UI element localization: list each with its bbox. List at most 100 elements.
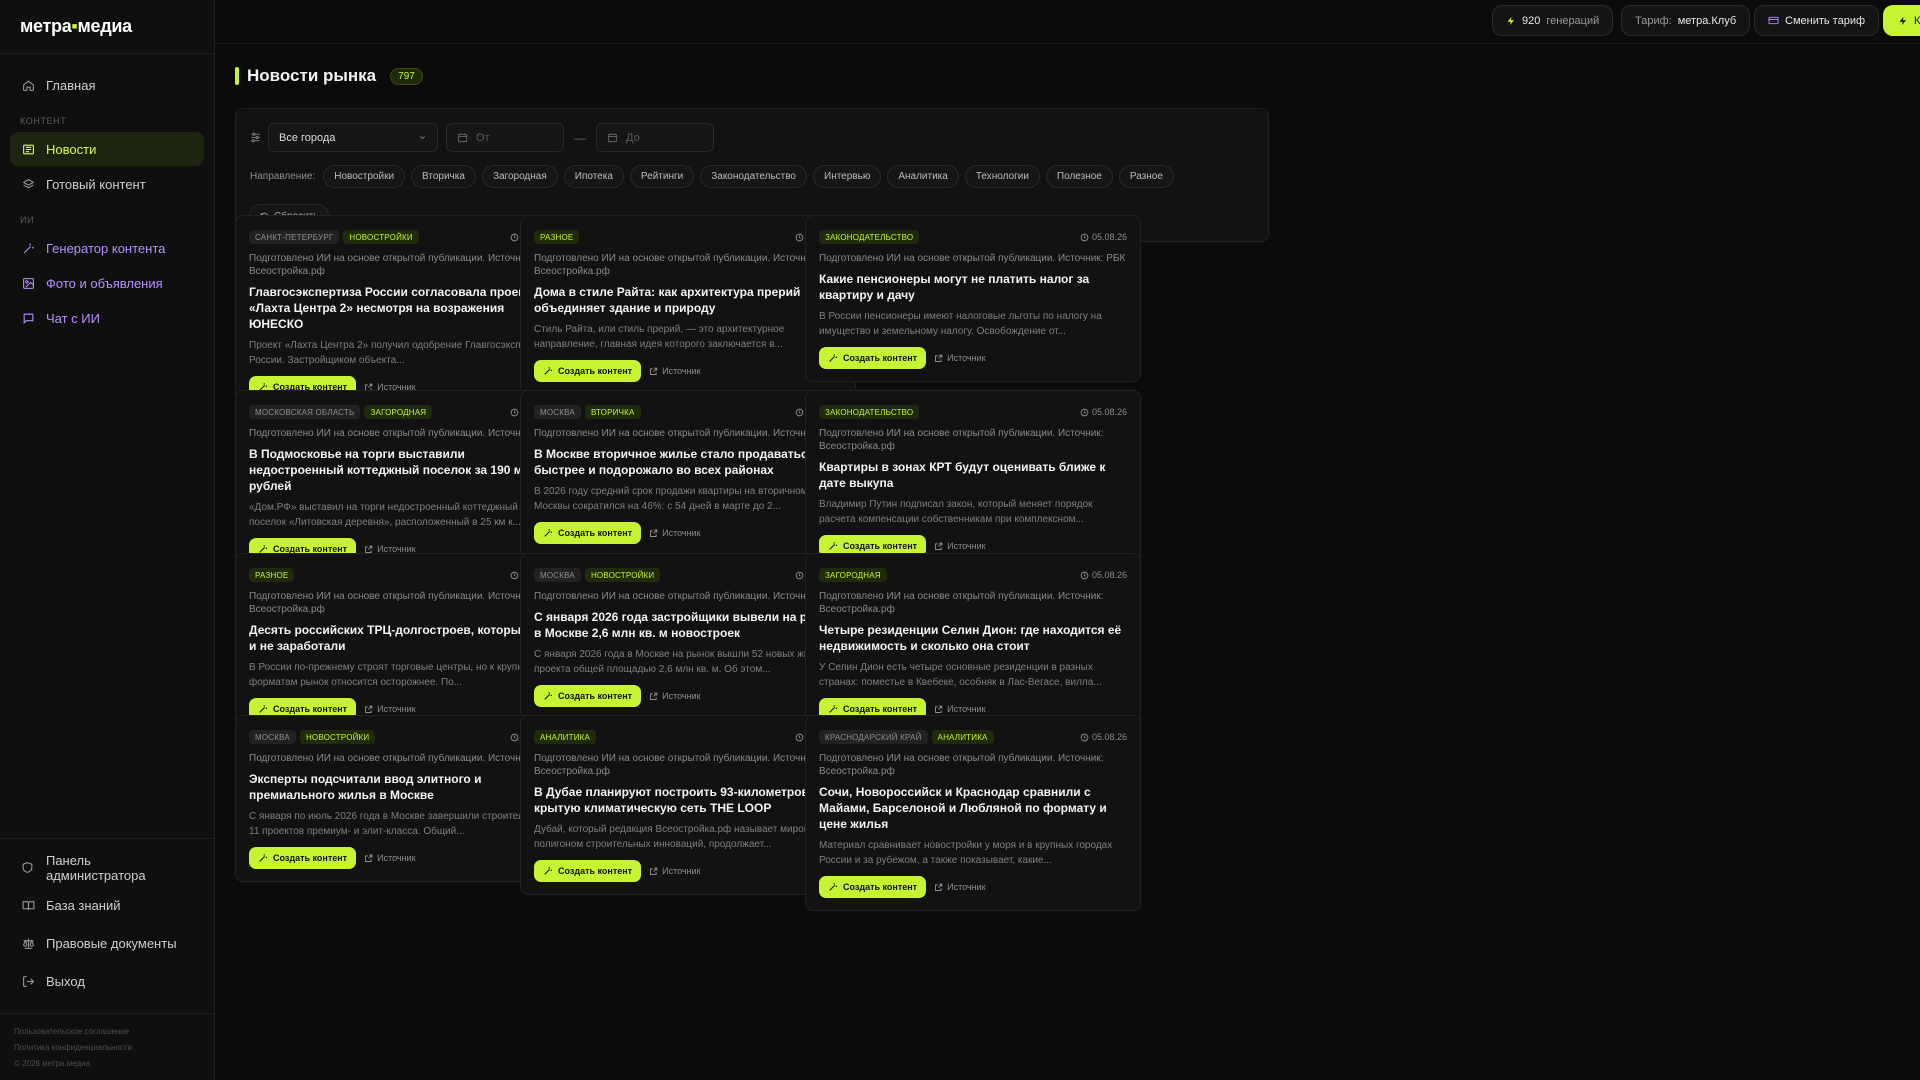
change-tariff-button[interactable]: Сменить тариф <box>1754 5 1880 36</box>
sidebar-item-photos[interactable]: Фото и объявления <box>10 266 204 300</box>
category-tag[interactable]: АНАЛИТИКА <box>931 730 994 744</box>
region-tag[interactable]: МОСКВА <box>534 405 581 419</box>
card-title[interactable]: В Москве вторичное жилье стало продавать… <box>534 446 842 478</box>
sidebar-item-admin[interactable]: Панель администратора <box>10 849 204 886</box>
nav-section-content: КОНТЕНТ <box>20 116 67 126</box>
region-tag[interactable]: МОСКВА <box>534 568 581 582</box>
create-content-button[interactable]: Создать контент <box>534 522 642 544</box>
tariff-badge[interactable]: Тариф: метра.Клуб <box>1621 5 1751 36</box>
sidebar-item-logout[interactable]: Выход <box>10 963 204 1000</box>
category-tag[interactable]: ЗАКОНОДАТЕЛЬСТВО <box>819 405 920 419</box>
card-title[interactable]: Какие пенсионеры могут не платить налог … <box>819 271 1127 303</box>
sidebar-item-chat[interactable]: Чат с ИИ <box>10 301 204 335</box>
category-tag[interactable]: АНАЛИТИКА <box>534 730 597 744</box>
filter-sliders-icon[interactable] <box>249 131 262 144</box>
logo[interactable]: метра▪медиа <box>0 0 214 54</box>
card-title[interactable]: Четыре резиденции Селин Дион: где находи… <box>819 622 1127 654</box>
card-date-text: 05.08.26 <box>1091 232 1127 242</box>
magic-wand-icon <box>828 541 838 551</box>
card-description: В 2026 году средний срок продажи квартир… <box>534 486 839 512</box>
create-content-button[interactable]: Создать контент <box>534 685 642 707</box>
source-link[interactable]: Источник <box>364 853 416 863</box>
create-content-button[interactable]: Создать контент <box>819 876 927 898</box>
card-actions: Создать контент Источник <box>534 685 842 707</box>
source-link[interactable]: Источник <box>649 528 701 538</box>
category-tag[interactable]: ВТОРИЧКА <box>584 405 641 419</box>
news-card[interactable]: КРАСНОДАРСКИЙ КРАЙ АНАЛИТИКА 05.08.26 По… <box>805 715 1141 911</box>
category-tag[interactable]: НОВОСТРОЙКИ <box>584 568 661 582</box>
sidebar-item-generator[interactable]: Генератор контента <box>10 231 204 265</box>
create-accent-button[interactable]: К <box>1883 5 1920 36</box>
category-tag[interactable]: НОВОСТРОЙКИ <box>343 230 419 244</box>
sidebar-item-knowledge-base[interactable]: База знаний <box>10 887 204 924</box>
news-card[interactable]: ЗАКОНОДАТЕЛЬСТВО 05.08.26 Подготовлено И… <box>805 390 1141 570</box>
clock-icon <box>795 233 804 242</box>
card-actions: Создать контент Источник <box>819 347 1127 369</box>
chip-reytingi[interactable]: Рейтинги <box>629 165 695 188</box>
chip-ipoteka[interactable]: Ипотека <box>563 165 624 188</box>
create-content-button[interactable]: Создать контент <box>534 360 642 382</box>
chip-intervyu[interactable]: Интервью <box>813 165 882 188</box>
news-card[interactable]: ЗАКОНОДАТЕЛЬСТВО 05.08.26 Подготовлено И… <box>805 215 1141 382</box>
copyright: © 2026 метра.медиа <box>14 1059 90 1068</box>
source-link[interactable]: Источник <box>934 541 986 551</box>
source-link-label: Источник <box>377 704 416 714</box>
category-tag[interactable]: ЗАКОНОДАТЕЛЬСТВО <box>819 230 920 244</box>
source-link[interactable]: Источник <box>934 704 986 714</box>
user-agreement-link[interactable]: Пользовательское соглашение <box>14 1024 200 1040</box>
region-tag[interactable]: МОСКВА <box>249 730 296 744</box>
sidebar-item-ready-content[interactable]: Готовый контент <box>10 167 204 201</box>
card-actions: Создать контент Источник <box>249 847 557 869</box>
chip-zagorodnaya[interactable]: Загородная <box>481 165 558 188</box>
sidebar-item-legal-docs[interactable]: Правовые документы <box>10 925 204 962</box>
generations-counter[interactable]: 920 генераций <box>1492 5 1614 36</box>
region-tag[interactable]: КРАСНОДАРСКИЙ КРАЙ <box>819 730 928 744</box>
chip-raznoe[interactable]: Разное <box>1118 165 1174 188</box>
card-title[interactable]: В Подмосковье на торги выставили недостр… <box>249 446 557 494</box>
source-link-label: Источник <box>662 366 701 376</box>
chip-zakonodatelstvo[interactable]: Законодательство <box>700 165 807 188</box>
source-link[interactable]: Источник <box>649 691 701 701</box>
sidebar-item-home[interactable]: Главная <box>10 68 204 102</box>
city-select[interactable]: Все города <box>268 123 438 152</box>
date-from-input[interactable]: От <box>446 123 564 152</box>
category-tag[interactable]: РАЗНОЕ <box>249 568 295 582</box>
calendar-icon <box>607 132 618 143</box>
direction-label: Направление: <box>250 171 316 182</box>
card-actions: Создать контент Источник <box>819 876 1127 898</box>
region-tag[interactable]: МОСКОВСКАЯ ОБЛАСТЬ <box>249 405 361 419</box>
card-title[interactable]: Сочи, Новороссийск и Краснодар сравнили … <box>819 784 1127 832</box>
card-title[interactable]: Дома в стиле Райта: как архитектура прер… <box>534 284 842 316</box>
card-description: С января 2026 года в Москве на рынок выш… <box>534 649 828 675</box>
create-content-button[interactable]: Создать контент <box>249 847 357 869</box>
category-tag[interactable]: РАЗНОЕ <box>534 230 580 244</box>
card-title[interactable]: Главгосэкспертиза России согласовала про… <box>249 284 557 332</box>
chip-vtorichka[interactable]: Вторичка <box>411 165 476 188</box>
source-link[interactable]: Источник <box>649 366 701 376</box>
card-title[interactable]: С января 2026 года застройщики вывели на… <box>534 609 842 641</box>
category-tag[interactable]: НОВОСТРОЙКИ <box>299 730 376 744</box>
region-tag[interactable]: САНКТ-ПЕТЕРБУРГ <box>249 230 340 244</box>
chip-analitika[interactable]: Аналитика <box>887 165 959 188</box>
source-link[interactable]: Источник <box>649 866 701 876</box>
source-link[interactable]: Источник <box>934 353 986 363</box>
card-title[interactable]: В Дубае планируют построить 93-километро… <box>534 784 842 816</box>
magic-wand-icon <box>258 853 268 863</box>
card-title[interactable]: Эксперты подсчитали ввод элитного и прем… <box>249 771 557 803</box>
card-title[interactable]: Квартиры в зонах КРТ будут оценивать бли… <box>819 459 1127 491</box>
category-tag[interactable]: ЗАГОРОДНАЯ <box>819 568 887 582</box>
card-title[interactable]: Десять российских ТРЦ-долгостроев, котор… <box>249 622 557 654</box>
tariff-label: Тариф: <box>1635 14 1672 27</box>
source-link[interactable]: Источник <box>934 882 986 892</box>
chip-tekhnologii[interactable]: Технологии <box>964 165 1040 188</box>
sidebar-item-news[interactable]: Новости <box>10 132 204 166</box>
privacy-policy-link[interactable]: Политика конфиденциальности <box>14 1040 200 1056</box>
news-card[interactable]: ЗАГОРОДНАЯ 05.08.26 Подготовлено ИИ на о… <box>805 553 1141 733</box>
create-content-button[interactable]: Создать контент <box>534 860 642 882</box>
date-to-input[interactable]: До <box>596 123 714 152</box>
category-tag[interactable]: ЗАГОРОДНАЯ <box>364 405 433 419</box>
source-link[interactable]: Источник <box>364 704 416 714</box>
chip-novostroyki[interactable]: Новостройки <box>323 165 406 188</box>
create-content-button[interactable]: Создать контент <box>819 347 927 369</box>
chip-poleznoe[interactable]: Полезное <box>1045 165 1113 188</box>
